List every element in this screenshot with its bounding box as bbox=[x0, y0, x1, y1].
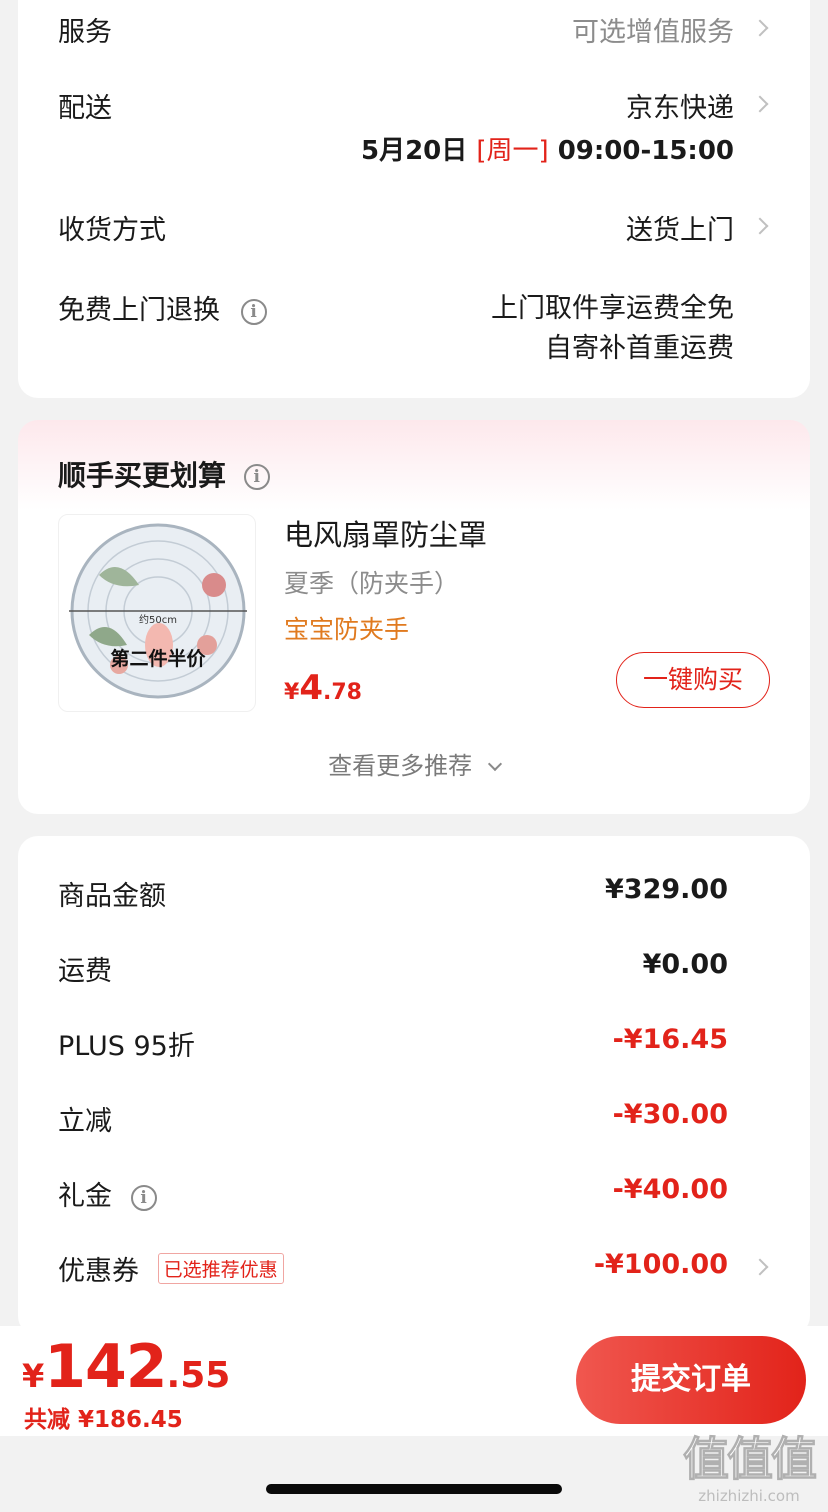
summary-value: -¥16.45 bbox=[612, 1024, 728, 1055]
price-currency: ¥ bbox=[284, 680, 300, 705]
summary-value: -¥100.00 bbox=[593, 1249, 728, 1280]
delivery-date: 5月20日 [周一] 09:00-15:00 bbox=[361, 130, 734, 167]
recommend-title-text: 顺手买更划算 bbox=[58, 459, 227, 492]
summary-row: 礼金 i -¥40.00 bbox=[18, 1174, 810, 1214]
submit-order-button[interactable]: 提交订单 bbox=[576, 1336, 806, 1424]
delivery-card: 服务 可选增值服务 配送 京东快递 5月20日 [周一] 09:00-15:00… bbox=[18, 0, 810, 398]
product-image[interactable]: 约50cm 第二件半价 bbox=[58, 514, 256, 712]
recommend-title: 顺手买更划算 i bbox=[58, 454, 270, 494]
summary-row: 立减 -¥30.00 bbox=[18, 1099, 810, 1139]
bottom-checkout-bar: ¥142.55 共减 ¥186.45 提交订单 bbox=[0, 1326, 828, 1436]
watermark-logo: 值值值 bbox=[683, 1432, 818, 1487]
info-icon[interactable]: i bbox=[240, 298, 267, 325]
more-recommend-label: 查看更多推荐 bbox=[328, 752, 473, 780]
summary-label: 商品金额 bbox=[58, 881, 166, 912]
delivery-date-weekday: [周一] bbox=[476, 136, 549, 166]
price-decimal: .78 bbox=[322, 680, 362, 705]
price-summary-card: 商品金额 ¥329.00 运费 ¥0.00 PLUS 95折 -¥16.45 立… bbox=[18, 836, 810, 1336]
summary-value: -¥40.00 bbox=[612, 1174, 728, 1205]
image-promo-text: 第二件半价 bbox=[110, 647, 206, 670]
product-tag: 宝宝防夹手 bbox=[284, 615, 410, 644]
chevron-right-icon bbox=[751, 1258, 769, 1276]
service-value: 可选增值服务 bbox=[572, 17, 734, 48]
service-label: 服务 bbox=[58, 17, 112, 48]
total-saved: 共减 ¥186.45 bbox=[24, 1407, 183, 1433]
receive-method-value: 送货上门 bbox=[626, 215, 734, 246]
shipping-value: 京东快递 bbox=[626, 93, 734, 124]
receive-method-label: 收货方式 bbox=[58, 215, 166, 246]
one-click-buy-button[interactable]: 一键购买 bbox=[616, 652, 770, 708]
coupon-badge: 已选推荐优惠 bbox=[157, 1253, 284, 1284]
fan-cover-illustration: 约50cm 第二件半价 bbox=[69, 523, 247, 699]
image-size-text: 约50cm bbox=[139, 613, 177, 626]
summary-value: ¥329.00 bbox=[605, 874, 728, 905]
delivery-date-time: 09:00-15:00 bbox=[557, 136, 734, 166]
product-price: ¥4.78 bbox=[284, 668, 362, 708]
summary-row: PLUS 95折 -¥16.45 bbox=[18, 1024, 810, 1064]
total-currency: ¥ bbox=[22, 1357, 45, 1395]
total-decimal: .55 bbox=[166, 1355, 231, 1396]
delivery-date-day: 5月20日 bbox=[360, 136, 468, 166]
free-return-label: 免费上门退换 i bbox=[58, 288, 267, 327]
chevron-right-icon bbox=[751, 19, 769, 37]
price-integer: 4 bbox=[299, 668, 323, 708]
watermark: 值值值 zhizhizhi.com bbox=[676, 1432, 822, 1506]
free-return-line1: 上门取件享运费全免 bbox=[491, 293, 734, 324]
watermark-site: zhizhizhi.com bbox=[698, 1487, 800, 1505]
recommend-card: 顺手买更划算 i 约50cm 第二件半价 电风扇罩防尘罩 夏季（防夹手） 宝宝防… bbox=[18, 420, 810, 814]
info-icon[interactable]: i bbox=[243, 464, 270, 490]
summary-row: 运费 ¥0.00 bbox=[18, 949, 810, 989]
summary-label: PLUS 95折 bbox=[58, 1031, 195, 1062]
summary-label: 礼金 i bbox=[58, 1174, 157, 1213]
summary-label-text: 礼金 bbox=[58, 1181, 112, 1212]
summary-row: 商品金额 ¥329.00 bbox=[18, 874, 810, 914]
total-price: ¥142.55 bbox=[22, 1332, 230, 1402]
summary-label: 运费 bbox=[58, 956, 112, 987]
chevron-down-icon bbox=[487, 756, 502, 772]
coupon-row[interactable]: 优惠券 已选推荐优惠 -¥100.00 bbox=[18, 1249, 810, 1289]
product-name[interactable]: 电风扇罩防尘罩 bbox=[284, 512, 487, 554]
summary-value: ¥0.00 bbox=[642, 949, 728, 980]
product-spec: 夏季（防夹手） bbox=[284, 569, 460, 598]
more-recommend-button[interactable]: 查看更多推荐 bbox=[18, 746, 810, 781]
chevron-right-icon bbox=[751, 217, 769, 235]
info-icon[interactable]: i bbox=[130, 1184, 157, 1211]
free-return-label-text: 免费上门退换 bbox=[58, 295, 220, 326]
free-return-line2: 自寄补首重运费 bbox=[545, 333, 734, 364]
summary-label: 优惠券 已选推荐优惠 bbox=[58, 1249, 284, 1288]
summary-value: -¥30.00 bbox=[612, 1099, 728, 1130]
home-indicator bbox=[266, 1484, 562, 1494]
summary-label: 立减 bbox=[58, 1106, 112, 1137]
total-integer: 142 bbox=[44, 1332, 167, 1402]
chevron-right-icon bbox=[751, 95, 769, 113]
summary-label-text: 优惠券 bbox=[58, 1256, 139, 1287]
shipping-label: 配送 bbox=[58, 93, 112, 124]
